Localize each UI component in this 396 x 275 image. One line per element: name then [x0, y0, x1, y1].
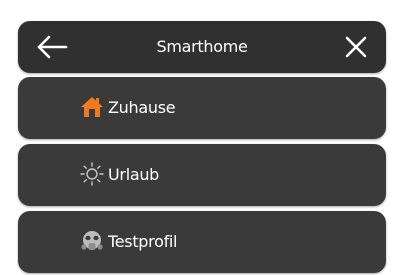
profile-item-urlaub[interactable]: Urlaub	[18, 144, 386, 206]
sun-icon	[80, 162, 104, 186]
home-icon	[81, 97, 103, 117]
gas-mask-icon	[81, 231, 103, 250]
profile-label: Testprofil	[108, 232, 178, 251]
smarthome-menu: Smarthome Zuhause Urlaub Testprofil	[0, 0, 396, 275]
menu-header: Smarthome	[18, 21, 386, 73]
profile-item-zuhause[interactable]: Zuhause	[18, 77, 386, 139]
profile-label: Zuhause	[108, 98, 176, 117]
profile-label: Urlaub	[108, 165, 160, 184]
close-icon[interactable]	[344, 35, 368, 59]
arrow-left-icon[interactable]	[36, 34, 68, 60]
menu-title: Smarthome	[156, 37, 248, 56]
profile-item-testprofil[interactable]: Testprofil	[18, 211, 386, 273]
